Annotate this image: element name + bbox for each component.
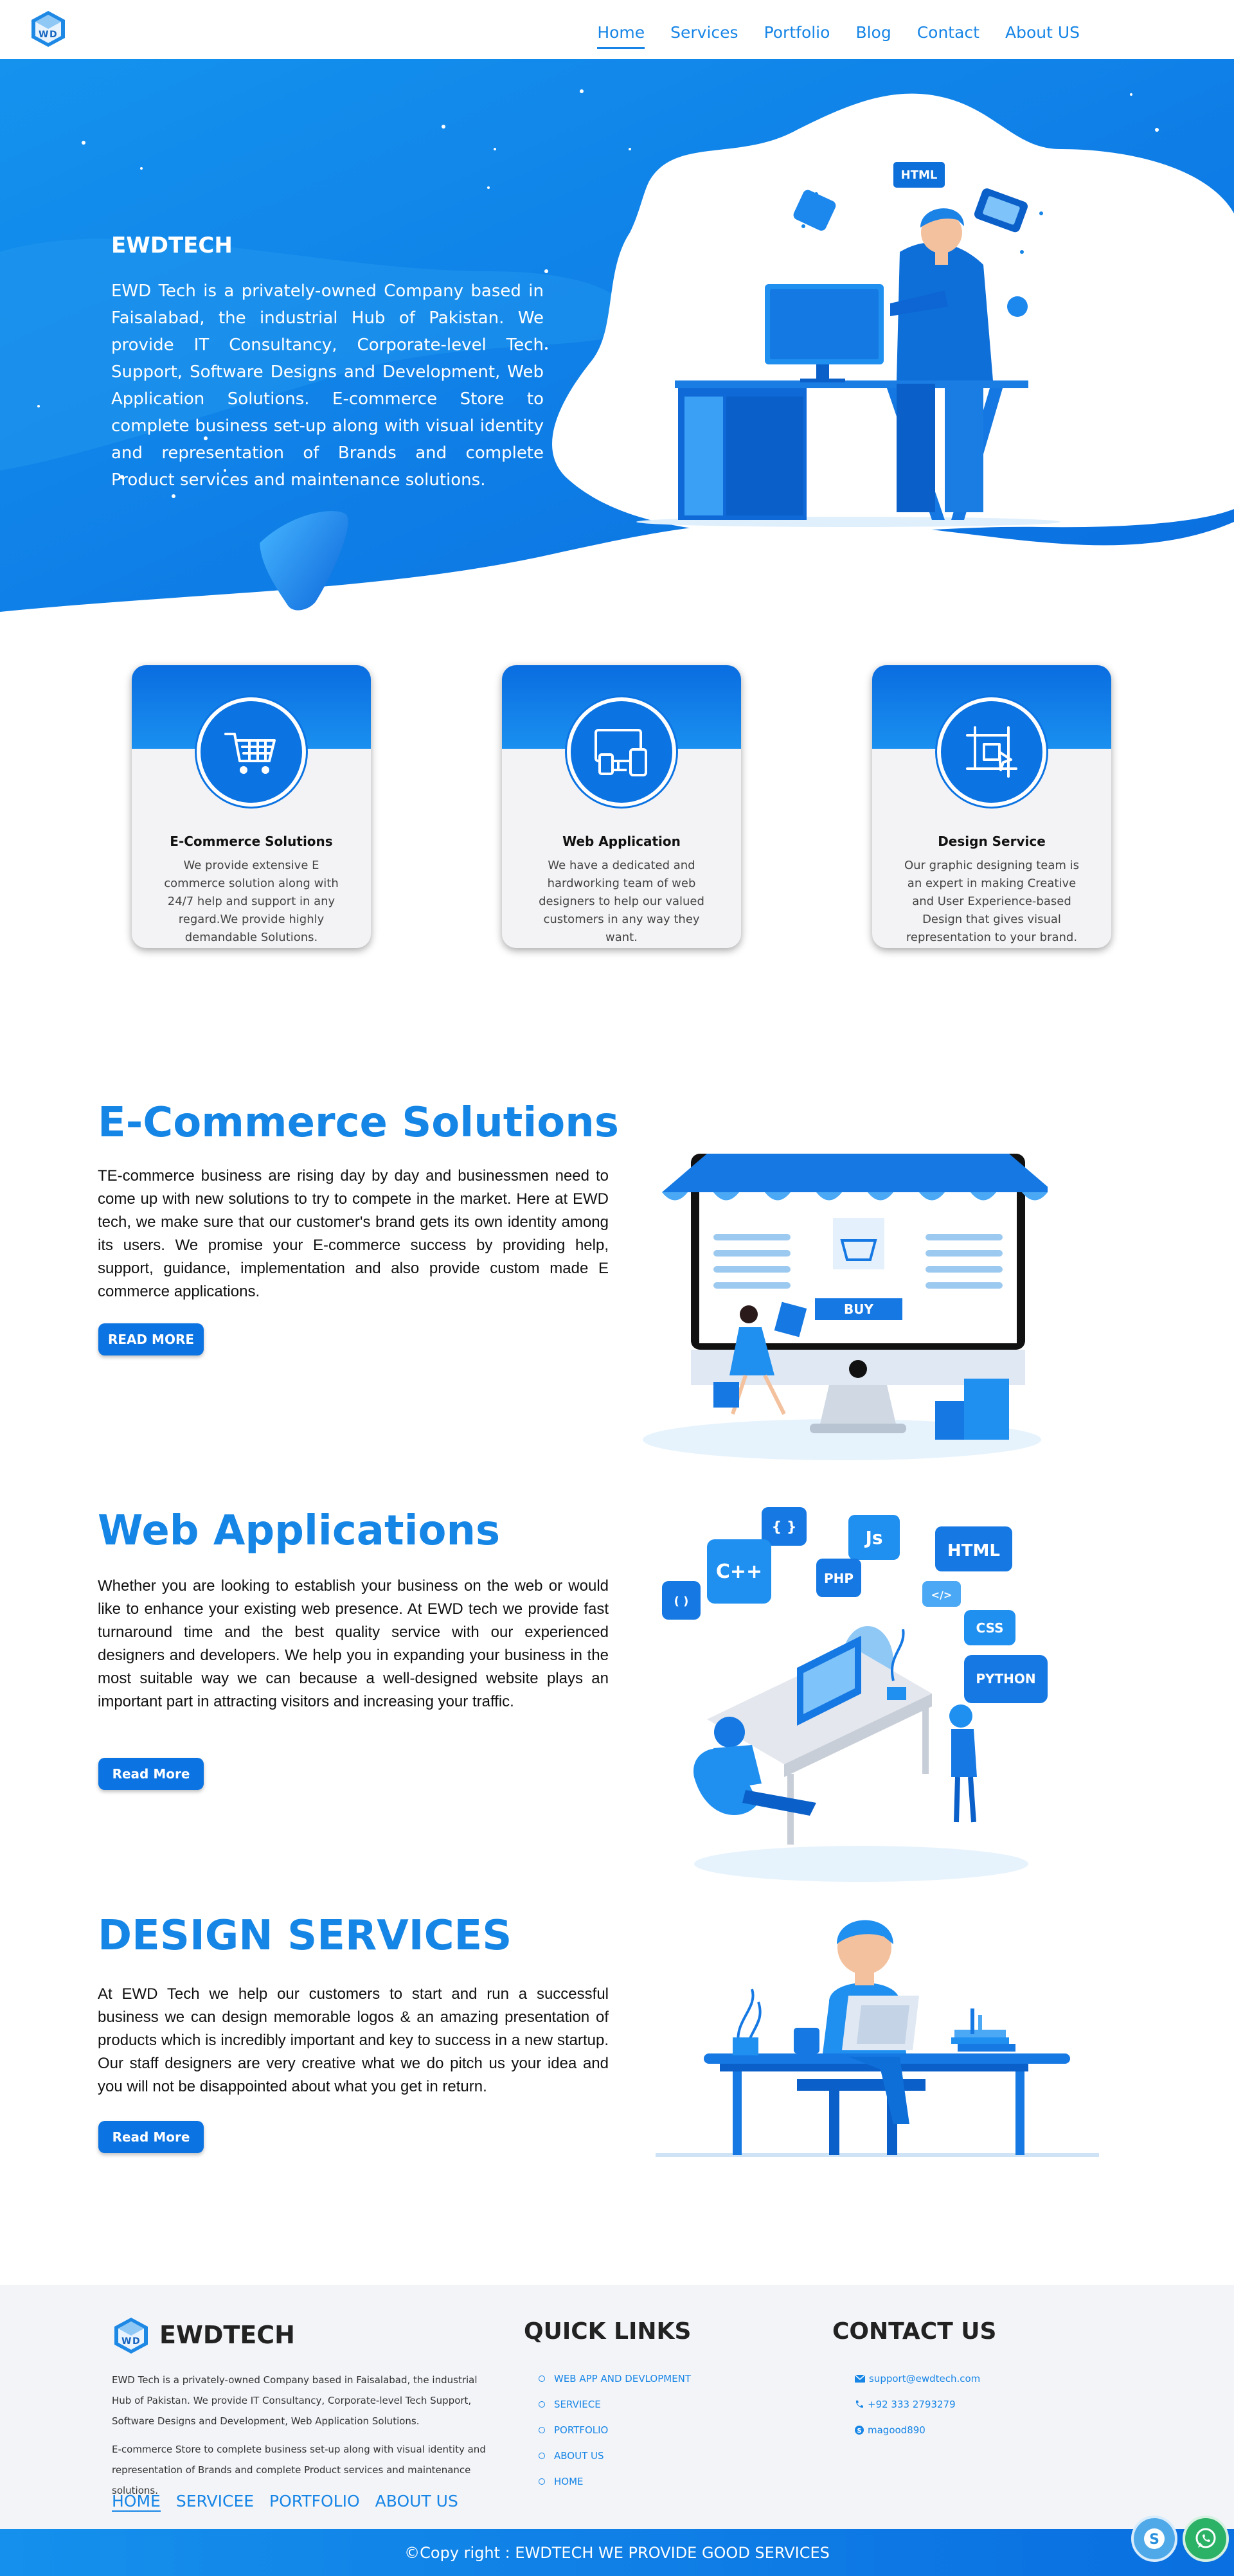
nav-about-us[interactable]: About US bbox=[1005, 23, 1080, 49]
card-text: We provide extensive E commerce solution… bbox=[164, 859, 339, 944]
quick-link-services[interactable]: SERVIECE bbox=[539, 2392, 691, 2417]
contact-skype[interactable]: S magood890 bbox=[855, 2417, 980, 2443]
ecommerce-read-more-button[interactable]: READ MORE bbox=[98, 1323, 204, 1355]
card-text: We have a dedicated and hardworking team… bbox=[539, 859, 704, 944]
svg-text:D: D bbox=[132, 2336, 140, 2347]
svg-text:S: S bbox=[1149, 2532, 1159, 2548]
footer-brand: EWDTECH bbox=[159, 2321, 295, 2349]
quick-link-home[interactable]: HOME bbox=[539, 2469, 691, 2494]
svg-text:HTML: HTML bbox=[947, 1541, 1000, 1561]
hero-description: EWD Tech is a privately-owned Company ba… bbox=[111, 282, 544, 490]
svg-text:Js: Js bbox=[864, 1527, 882, 1548]
quick-links-list: WEB APP AND DEVLOPMENT SERVIECE PORTFOLI… bbox=[539, 2366, 691, 2494]
html-badge: HTML bbox=[901, 168, 938, 182]
svg-text:{ }: { } bbox=[772, 1519, 797, 1535]
contact-list: support@ewdtech.com +92 333 2793279 S ma… bbox=[855, 2366, 980, 2443]
skype-icon: S bbox=[855, 2426, 864, 2435]
svg-text:C++: C++ bbox=[716, 1561, 762, 1583]
card-title: Design Service bbox=[938, 834, 1046, 849]
svg-text:W: W bbox=[121, 2336, 131, 2347]
designer-at-laptop-illustration bbox=[656, 1920, 1099, 2157]
card-title: E-Commerce Solutions bbox=[170, 834, 333, 849]
contact-phone-text: +92 333 2793279 bbox=[868, 2399, 956, 2410]
design-read-more-button[interactable]: Read More bbox=[98, 2121, 204, 2153]
hero-title: EWDTECH bbox=[111, 233, 233, 258]
svg-text:S: S bbox=[857, 2428, 861, 2435]
shopping-cart-icon bbox=[224, 733, 276, 774]
footer-nav: HOME SERVICEE PORTFOLIO ABOUT US bbox=[112, 2492, 458, 2512]
online-shop-illustration: BUY bbox=[643, 1154, 1048, 1460]
copyright-bar: ©Copy right : EWDTECH WE PROVIDE GOOD SE… bbox=[0, 2529, 1234, 2576]
card-icon-circle bbox=[567, 697, 676, 807]
footer-about-text: EWD Tech is a privately-owned Company ba… bbox=[112, 2374, 478, 2427]
devices-icon bbox=[595, 729, 647, 776]
design-crop-icon bbox=[966, 726, 1017, 778]
svg-text:( ): ( ) bbox=[674, 1595, 689, 1608]
phone-icon bbox=[855, 2401, 863, 2408]
svg-text:PYTHON: PYTHON bbox=[976, 1671, 1035, 1686]
footer: W D EWDTECH EWD Tech is a privately-owne… bbox=[0, 2285, 1234, 2529]
ewd-cube-logo[interactable]: W D bbox=[111, 2316, 151, 2356]
service-card-design[interactable]: Design Service Our graphic designing tea… bbox=[872, 665, 1111, 948]
contact-heading: CONTACT US bbox=[832, 2318, 997, 2345]
footer-link-home[interactable]: HOME bbox=[112, 2492, 161, 2512]
footer-link-portfolio[interactable]: PORTFOLIO bbox=[269, 2492, 360, 2512]
skype-icon: S bbox=[1144, 2528, 1165, 2549]
contact-email[interactable]: support@ewdtech.com bbox=[855, 2366, 980, 2392]
nav-services[interactable]: Services bbox=[670, 23, 738, 49]
coding-workspace-illustration: { } Js HTML C++ PHP </> CSS ( ) PYTHON bbox=[662, 1507, 1048, 1882]
contact-skype-text: magood890 bbox=[868, 2424, 926, 2436]
quick-link-about[interactable]: ABOUT US bbox=[539, 2443, 691, 2469]
service-card-web-application[interactable]: Web Application We have a dedicated and … bbox=[502, 665, 741, 948]
service-card-ecommerce[interactable]: E-Commerce Solutions We provide extensiv… bbox=[132, 665, 371, 948]
top-navbar: W D Home Services Portfolio Blog Contact… bbox=[0, 0, 1234, 59]
contact-email-text: support@ewdtech.com bbox=[869, 2373, 981, 2384]
hero-section: HTML EWDTECH EWD Tech is a privately-own… bbox=[0, 59, 1234, 618]
card-icon-circle bbox=[937, 697, 1046, 807]
design-section-title: DESIGN SERVICES bbox=[98, 1912, 512, 1960]
web-apps-read-more-button[interactable]: Read More bbox=[98, 1758, 204, 1790]
card-title: Web Application bbox=[562, 834, 681, 849]
nav-blog[interactable]: Blog bbox=[855, 23, 891, 49]
web-apps-section-text: Whether you are looking to establish you… bbox=[98, 1577, 609, 1710]
ecommerce-section-text: TE-commerce business are rising day by d… bbox=[98, 1167, 609, 1300]
svg-text:PHP: PHP bbox=[824, 1571, 854, 1586]
svg-text:W: W bbox=[39, 30, 48, 40]
card-icon-circle bbox=[197, 697, 306, 807]
main-menu: Home Services Portfolio Blog Contact Abo… bbox=[597, 23, 1080, 49]
whatsapp-icon bbox=[1195, 2528, 1216, 2548]
envelope-icon bbox=[855, 2375, 865, 2383]
buy-button-graphic: BUY bbox=[844, 1301, 873, 1317]
nav-contact[interactable]: Contact bbox=[917, 23, 979, 49]
contact-phone[interactable]: +92 333 2793279 bbox=[855, 2392, 980, 2417]
ecommerce-section-title: E-Commerce Solutions bbox=[98, 1099, 619, 1147]
svg-text:D: D bbox=[49, 30, 57, 40]
skype-float-button[interactable]: S bbox=[1131, 2516, 1177, 2562]
whatsapp-float-button[interactable] bbox=[1183, 2516, 1229, 2562]
quick-links-heading: QUICK LINKS bbox=[524, 2318, 692, 2345]
design-section-text: At EWD Tech we help our customers to sta… bbox=[98, 1985, 609, 2095]
web-apps-section-title: Web Applications bbox=[98, 1507, 501, 1555]
footer-link-services[interactable]: SERVICEE bbox=[176, 2492, 254, 2512]
nav-portfolio[interactable]: Portfolio bbox=[764, 23, 830, 49]
ewd-cube-logo[interactable]: W D bbox=[28, 9, 68, 49]
nav-home[interactable]: Home bbox=[597, 23, 645, 49]
svg-text:</>: </> bbox=[931, 1589, 952, 1601]
svg-text:CSS: CSS bbox=[976, 1620, 1004, 1636]
footer-link-about[interactable]: ABOUT US bbox=[375, 2492, 458, 2512]
card-text: Our graphic designing team is an expert … bbox=[904, 859, 1080, 944]
quick-link-portfolio[interactable]: PORTFOLIO bbox=[539, 2417, 691, 2443]
quick-link-web-app[interactable]: WEB APP AND DEVLOPMENT bbox=[539, 2366, 691, 2392]
